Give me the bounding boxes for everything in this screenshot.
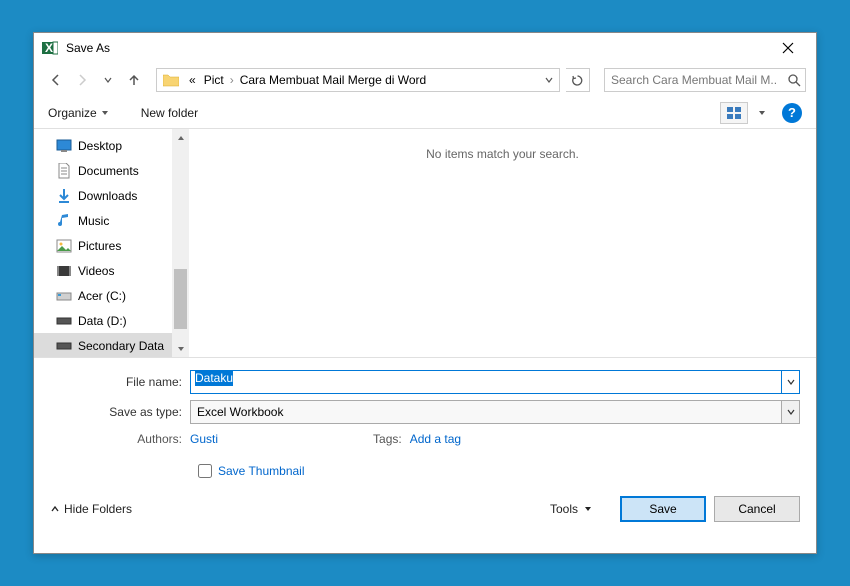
savetype-value: Excel Workbook	[197, 405, 283, 419]
savetype-select[interactable]: Excel Workbook	[190, 400, 782, 424]
tree-item-videos[interactable]: Videos	[34, 258, 189, 283]
toolbar: Organize New folder ?	[34, 97, 816, 129]
scroll-up-button[interactable]	[172, 129, 189, 146]
tree-item-drive-c[interactable]: Acer (C:)	[34, 283, 189, 308]
tree-item-pictures[interactable]: Pictures	[34, 233, 189, 258]
save-thumbnail-checkbox[interactable]	[198, 464, 212, 478]
scroll-down-button[interactable]	[172, 340, 189, 357]
empty-message: No items match your search.	[426, 147, 579, 161]
tags-label: Tags:	[373, 432, 402, 446]
organize-label: Organize	[48, 106, 97, 120]
breadcrumb-folder[interactable]: Cara Membuat Mail Merge di Word	[236, 73, 431, 87]
save-label: Save	[649, 502, 676, 516]
close-button[interactable]	[768, 33, 808, 63]
tree-label: Downloads	[78, 189, 137, 203]
savetype-dropdown[interactable]	[782, 400, 800, 424]
help-button[interactable]: ?	[782, 103, 802, 123]
tools-label: Tools	[550, 502, 578, 516]
excel-icon: X	[42, 40, 58, 56]
tree-label: Desktop	[78, 139, 122, 153]
downloads-icon	[56, 188, 72, 204]
refresh-button[interactable]	[566, 68, 590, 92]
breadcrumb-pict[interactable]: Pict	[200, 73, 228, 87]
tree-label: Music	[78, 214, 109, 228]
chevron-down-icon	[584, 505, 592, 513]
window-title: Save As	[66, 41, 768, 55]
up-button[interactable]	[124, 70, 144, 90]
breadcrumb-sep: ›	[228, 73, 236, 87]
tree-label: Videos	[78, 264, 114, 278]
music-icon	[56, 213, 72, 229]
nav-tree[interactable]: Desktop Documents Downloads Music Pictur…	[34, 129, 189, 357]
save-as-dialog: X Save As « Pict › Cara Membuat Mail Mer…	[33, 32, 817, 554]
view-dropdown[interactable]	[758, 106, 772, 120]
tools-menu[interactable]: Tools	[550, 502, 592, 516]
svg-text:X: X	[45, 41, 53, 55]
tree-label: Documents	[78, 164, 139, 178]
save-thumbnail-label[interactable]: Save Thumbnail	[218, 464, 305, 478]
titlebar: X Save As	[34, 33, 816, 63]
form-area: File name: Dataku Save as type: Excel Wo…	[34, 357, 816, 486]
filename-input[interactable]: Dataku	[190, 370, 782, 394]
tree-item-secondary[interactable]: Secondary Data	[34, 333, 189, 357]
tree-item-desktop[interactable]: Desktop	[34, 133, 189, 158]
documents-icon	[56, 163, 72, 179]
authors-label: Authors:	[50, 432, 190, 446]
footer: Hide Folders Tools Save Cancel	[34, 486, 816, 536]
address-dropdown[interactable]	[539, 75, 559, 85]
file-list-pane[interactable]: No items match your search.	[189, 129, 816, 357]
tags-value[interactable]: Add a tag	[410, 432, 461, 446]
search-icon[interactable]	[783, 74, 805, 87]
tree-item-documents[interactable]: Documents	[34, 158, 189, 183]
hide-folders-label: Hide Folders	[64, 502, 132, 516]
forward-button	[72, 70, 92, 90]
drive-icon	[56, 313, 72, 329]
tree-item-downloads[interactable]: Downloads	[34, 183, 189, 208]
search-input[interactable]	[605, 73, 783, 87]
tree-item-music[interactable]: Music	[34, 208, 189, 233]
hide-folders-toggle[interactable]: Hide Folders	[50, 502, 132, 516]
search-box[interactable]	[604, 68, 806, 92]
recent-dropdown[interactable]	[98, 70, 118, 90]
nav-row: « Pict › Cara Membuat Mail Merge di Word	[34, 63, 816, 97]
authors-value[interactable]: Gusti	[190, 432, 218, 446]
organize-menu[interactable]: Organize	[48, 106, 109, 120]
drive-icon	[56, 288, 72, 304]
filename-value: Dataku	[195, 370, 233, 386]
new-folder-button[interactable]: New folder	[141, 106, 198, 120]
view-mode-button[interactable]	[720, 102, 748, 124]
tree-label: Data (D:)	[78, 314, 127, 328]
tree-item-drive-d[interactable]: Data (D:)	[34, 308, 189, 333]
savetype-label: Save as type:	[50, 405, 190, 419]
breadcrumb-prefix: «	[185, 73, 200, 87]
filename-dropdown[interactable]	[782, 370, 800, 394]
dialog-body: Desktop Documents Downloads Music Pictur…	[34, 129, 816, 357]
tree-scrollbar[interactable]	[172, 129, 189, 357]
chevron-down-icon	[101, 106, 109, 120]
cancel-button[interactable]: Cancel	[714, 496, 800, 522]
back-button[interactable]	[46, 70, 66, 90]
cancel-label: Cancel	[738, 502, 775, 516]
videos-icon	[56, 263, 72, 279]
tree-label: Secondary Data	[78, 339, 164, 353]
address-bar[interactable]: « Pict › Cara Membuat Mail Merge di Word	[156, 68, 560, 92]
tree-label: Acer (C:)	[78, 289, 126, 303]
pictures-icon	[56, 238, 72, 254]
tree-label: Pictures	[78, 239, 121, 253]
desktop-icon	[56, 138, 72, 154]
drive-icon	[56, 338, 72, 354]
folder-icon	[161, 70, 181, 90]
save-button[interactable]: Save	[620, 496, 706, 522]
chevron-up-icon	[50, 504, 60, 514]
scroll-thumb[interactable]	[174, 269, 187, 329]
filename-label: File name:	[50, 375, 190, 389]
